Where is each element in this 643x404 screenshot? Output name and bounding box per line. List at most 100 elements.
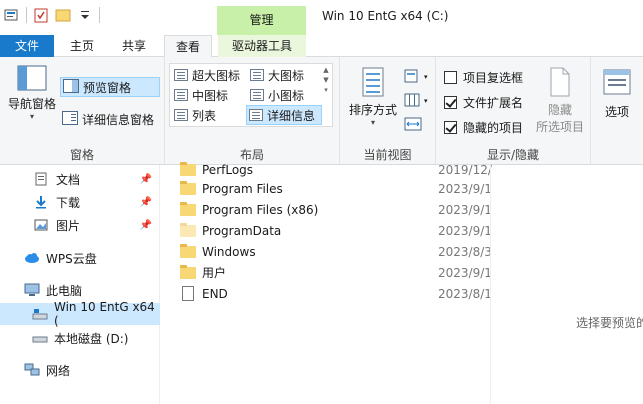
list-item[interactable]: Windows 2023/8/3 (168, 241, 492, 262)
layout-item-label: 大图标 (268, 68, 305, 83)
sort-by-button[interactable]: 排序方式 ▾ (346, 67, 400, 127)
folder-icon (180, 243, 196, 258)
layout-gallery-scroll[interactable]: ▲ ▼ ▾ (321, 65, 331, 127)
file-name: Program Files (202, 181, 283, 196)
list-item[interactable]: ProgramData 2023/9/1 (168, 220, 492, 241)
download-arrow-icon (34, 195, 50, 209)
tab-file[interactable]: 文件 (0, 35, 54, 57)
hide-selected-label-line2: 所选项目 (535, 120, 584, 134)
file-icon (182, 286, 194, 301)
chevron-down-icon: ▾ (370, 118, 375, 127)
chevron-down-icon: ▾ (424, 97, 428, 105)
network-icon (24, 363, 40, 377)
add-columns-button[interactable]: ▾ (404, 91, 428, 111)
group-by-icon (404, 69, 420, 86)
checkmark-clipboard-icon[interactable] (33, 7, 49, 23)
preview-divider[interactable] (490, 165, 491, 404)
layout-gallery: 超大图标 大图标 中图标 小图标 列表 详细信息 ▲ ▼ ▾ (169, 63, 333, 127)
list-item[interactable]: PerfLogs 2019/12/ (168, 159, 492, 180)
nav-item-drive-d[interactable]: 本地磁盘 (D:) (0, 327, 160, 349)
layout-item-label: 小图标 (268, 88, 305, 103)
hidden-items-toggle[interactable]: 隐藏的项目 (444, 119, 523, 136)
layout-large-icons[interactable]: 大图标 (248, 65, 322, 85)
small-icons-icon (250, 89, 264, 101)
pin-icon[interactable]: 📌 (140, 220, 152, 231)
nav-item-label: Win 10 EntG x64 ( (54, 300, 155, 328)
navigation-pane: 文档 📌 下载 📌 图片 📌 WPS云盘 此电脑 Win 10 EntG x64… (0, 165, 160, 404)
preview-pane-button[interactable]: 预览窗格 (60, 77, 160, 97)
title-bar: 管理 Win 10 EntG x64 (C:) (0, 0, 643, 35)
layout-extra-large-icons[interactable]: 超大图标 (172, 65, 246, 85)
hide-selected-label-line1: 隐藏 (547, 103, 572, 117)
nav-item-wps-cloud[interactable]: WPS云盘 (0, 247, 160, 269)
nav-item-documents[interactable]: 文档 📌 (0, 168, 160, 190)
details-pane-icon (62, 110, 78, 128)
nav-item-downloads[interactable]: 下载 📌 (0, 191, 160, 213)
file-list: PerfLogs 2019/12/ Program Files 2023/9/1… (168, 161, 492, 404)
list-item[interactable]: END 2023/8/1 (168, 283, 492, 304)
navigation-pane-label: 导航窗格 (7, 97, 56, 111)
layout-medium-icons[interactable]: 中图标 (172, 85, 246, 105)
file-name: PerfLogs (202, 162, 254, 177)
drive-c-icon (32, 307, 48, 321)
options-group: 选项 (591, 57, 643, 165)
pin-icon[interactable]: 📌 (140, 197, 152, 208)
details-icon (249, 109, 263, 121)
list-icon (174, 109, 188, 121)
layout-group: 超大图标 大图标 中图标 小图标 列表 详细信息 ▲ ▼ ▾ 布局 (165, 57, 340, 165)
drive-d-icon (32, 331, 48, 345)
layout-details[interactable]: 详细信息 (246, 105, 322, 125)
tab-home[interactable]: 主页 (60, 35, 104, 57)
extra-large-icons-icon (174, 69, 188, 81)
item-checkboxes-toggle[interactable]: 项目复选框 (444, 69, 523, 86)
folder-icon (180, 161, 196, 176)
tab-drive-tools[interactable]: 驱动器工具 (218, 35, 306, 57)
file-date: 2023/9/1 (438, 223, 492, 238)
customize-dropdown-icon[interactable] (77, 7, 93, 23)
hide-selected-icon (548, 67, 572, 97)
chevron-down-icon: ▾ (424, 73, 428, 81)
large-icons-icon (250, 69, 264, 81)
navigation-pane-button[interactable]: 导航窗格 ▾ (4, 65, 60, 121)
hidden-items-checkbox[interactable] (444, 121, 457, 134)
hidden-items-label: 隐藏的项目 (463, 121, 524, 135)
file-extensions-checkbox[interactable] (444, 96, 457, 109)
file-name: Windows (202, 244, 256, 259)
file-name: 用户 (202, 266, 227, 280)
file-extensions-toggle[interactable]: 文件扩展名 (444, 94, 523, 111)
tab-share[interactable]: 共享 (112, 35, 156, 57)
nav-item-drive-c[interactable]: Win 10 EntG x64 ( (0, 300, 160, 328)
panes-group-label: 窗格 (69, 148, 94, 162)
item-checkboxes-checkbox[interactable] (444, 71, 457, 84)
size-columns-button[interactable] (404, 115, 422, 135)
pin-icon[interactable]: 📌 (140, 174, 152, 185)
file-name: Program Files (x86) (202, 202, 319, 217)
new-folder-icon[interactable] (55, 7, 71, 23)
file-extensions-label: 文件扩展名 (463, 96, 524, 110)
tab-view[interactable]: 查看 (164, 35, 212, 58)
options-button[interactable]: 选项 (597, 69, 637, 120)
hide-selected-button[interactable]: 隐藏 所选项目 (532, 67, 588, 135)
current-view-group: 排序方式 ▾ ▾ ▾ 当前视图 (340, 57, 436, 165)
details-pane-button[interactable]: 详细信息窗格 (60, 109, 164, 129)
details-pane-label: 详细信息窗格 (82, 112, 155, 127)
nav-item-label: 网络 (46, 363, 71, 378)
layout-item-label: 超大图标 (192, 68, 241, 83)
sort-by-label: 排序方式 (348, 103, 397, 117)
nav-item-pictures[interactable]: 图片 📌 (0, 214, 160, 236)
ribbon: 导航窗格 ▾ 预览窗格 详细信息窗格 窗格 超大图标 大图标 中图标 小图标 列… (0, 57, 643, 165)
nav-item-label: 此电脑 (46, 283, 83, 298)
nav-item-label: 文档 (56, 172, 81, 187)
nav-item-network[interactable]: 网络 (0, 359, 160, 381)
nav-item-this-pc[interactable]: 此电脑 (0, 279, 160, 301)
properties-icon[interactable] (4, 7, 20, 23)
file-date: 2023/9/1 (438, 181, 492, 196)
layout-list[interactable]: 列表 (172, 105, 246, 125)
group-by-button[interactable]: ▾ (404, 67, 428, 87)
layout-small-icons[interactable]: 小图标 (248, 85, 322, 105)
list-item[interactable]: 用户 2023/9/1 (168, 262, 492, 283)
list-item[interactable]: Program Files (x86) 2023/9/1 (168, 199, 492, 220)
folder-icon (180, 222, 196, 237)
list-item[interactable]: Program Files 2023/9/1 (168, 178, 492, 199)
show-hide-group: 项目复选框 文件扩展名 隐藏的项目 隐藏 所选项目 显示/隐藏 (436, 57, 591, 165)
